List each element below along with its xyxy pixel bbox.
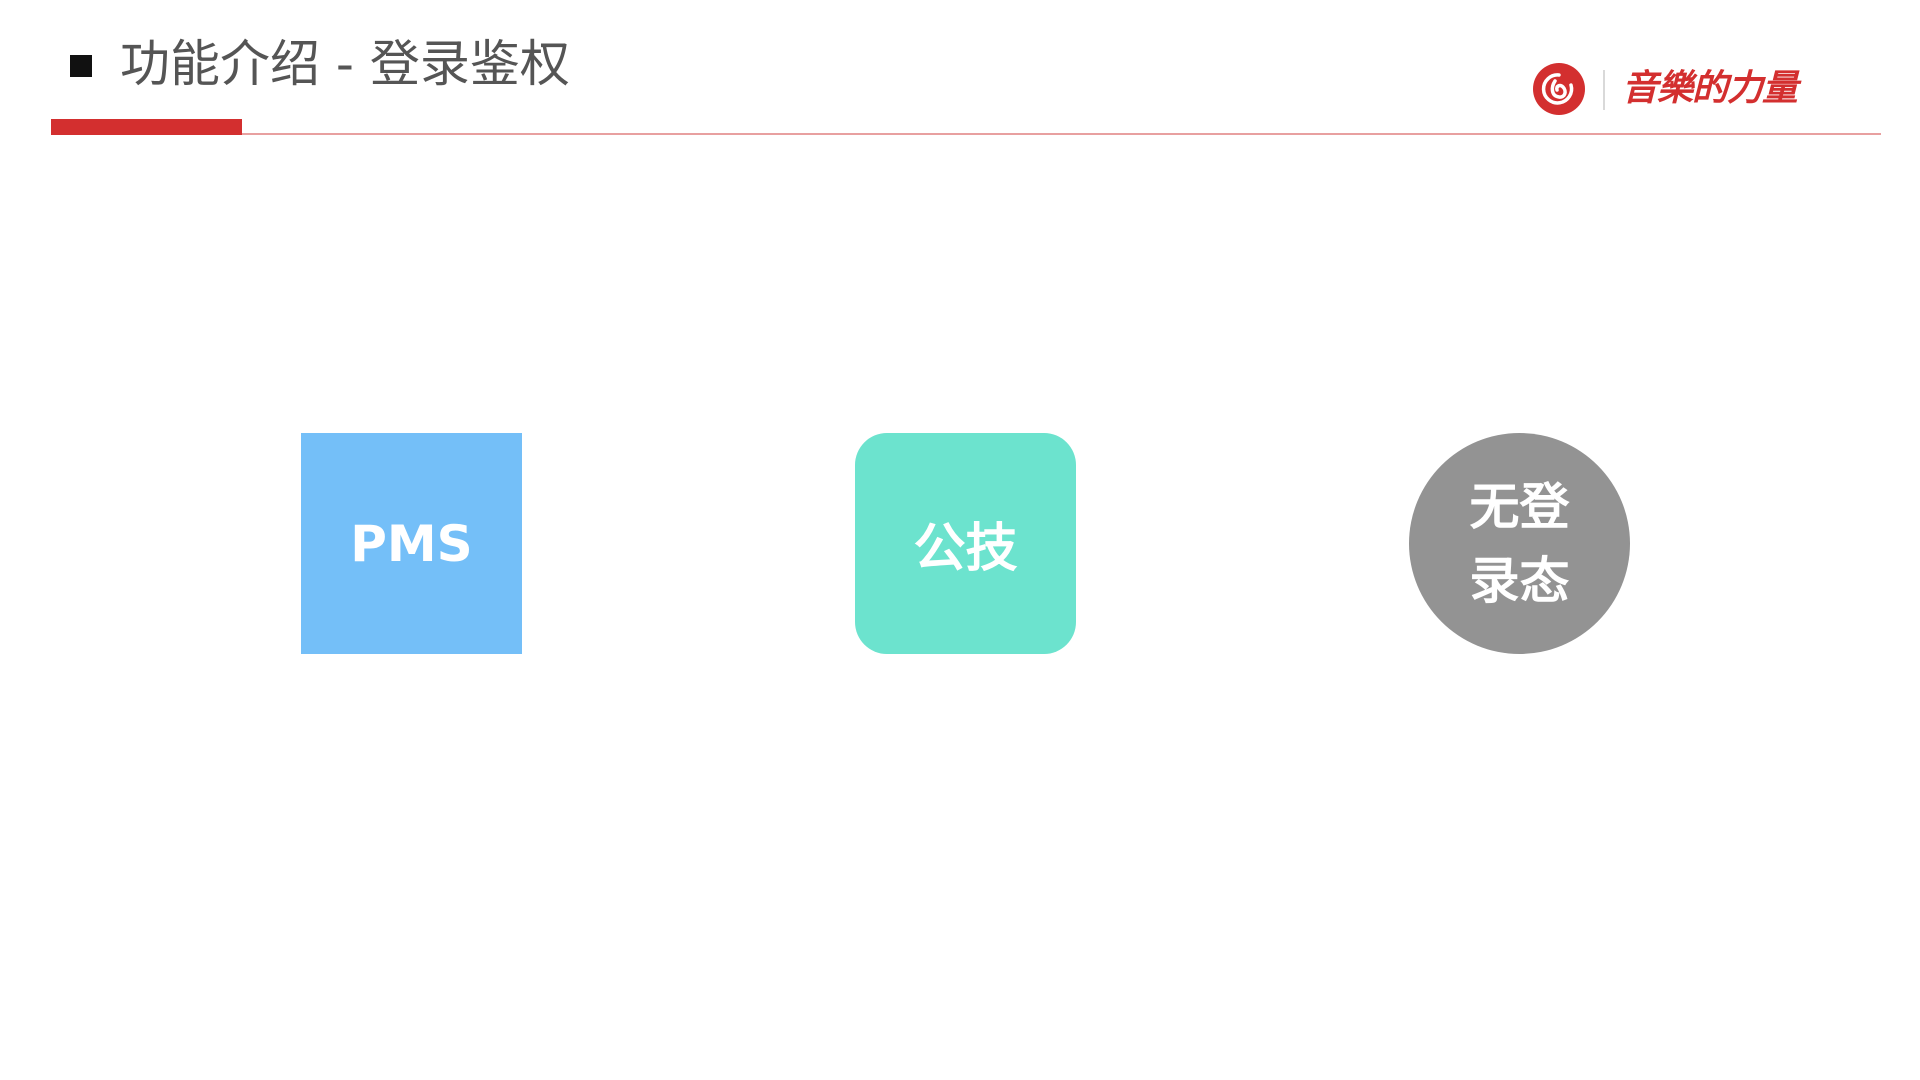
gongji-auth-label: 公技: [913, 519, 1018, 579]
header-accent-bar: [51, 119, 242, 135]
gongji-auth-node: 公技: [855, 433, 1076, 654]
title-bullet-square: [70, 55, 92, 77]
pms-auth-label: PMS: [350, 514, 473, 573]
anonymous-state-label-line1: 无登: [1469, 477, 1570, 536]
brand-divider: [1603, 70, 1605, 110]
slide: 功能介绍 - 登录鉴权 音樂的力量 PMS 公技 无登 录态: [0, 0, 1920, 1080]
brand-slogan: 音樂的力量: [1622, 68, 1798, 109]
pms-auth-node: PMS: [301, 433, 522, 654]
anonymous-state-label-line2: 录态: [1469, 551, 1570, 610]
netease-cloud-music-logo-icon: [1533, 63, 1585, 115]
header-divider-line: [51, 133, 1881, 135]
page-title: 功能介绍 - 登录鉴权: [120, 35, 570, 93]
anonymous-state-node: 无登 录态: [1409, 433, 1630, 654]
